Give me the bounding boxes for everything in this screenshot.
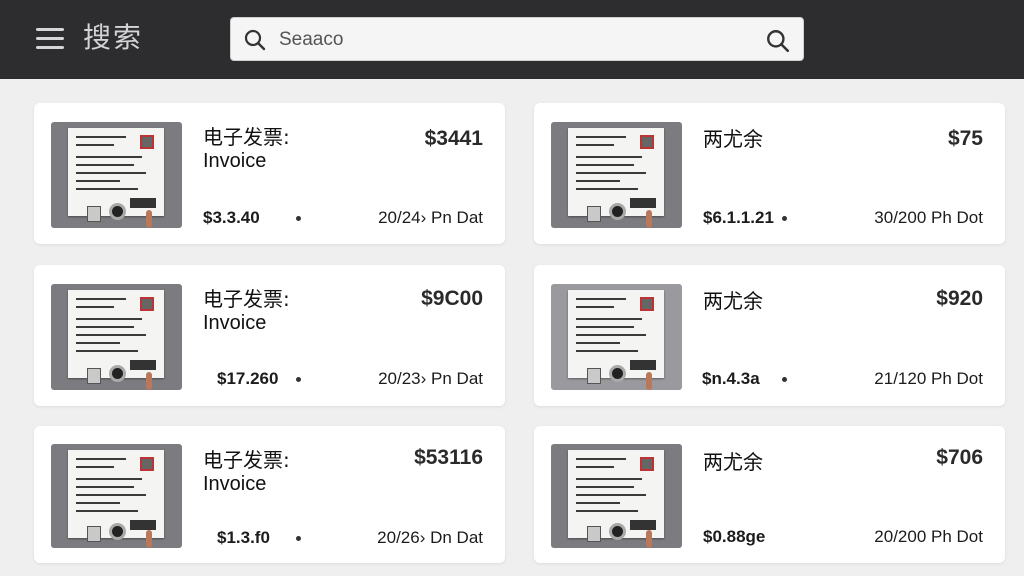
card-sub-amount: $0.88ge: [703, 527, 766, 546]
card-date: 30/200 Ph Dot: [874, 208, 983, 227]
card-amount: $9C00: [421, 287, 483, 310]
card-title-text: 两尤余: [703, 289, 763, 313]
card-amount: $75: [947, 127, 983, 150]
card-title: 两尤余: [703, 450, 763, 474]
card-amount: $3441: [424, 127, 483, 150]
card-title-text: 电子发票:: [203, 448, 290, 472]
card-title-text: 电子发票:: [203, 125, 290, 149]
search-submit-icon[interactable]: [765, 28, 791, 54]
separator-dot: [782, 377, 787, 382]
search-icon: [244, 29, 266, 51]
separator-dot: [296, 377, 301, 382]
card-sub-amount: $1.3.f0: [217, 528, 270, 547]
hamburger-menu-icon[interactable]: [33, 24, 67, 54]
card-amount: $706: [936, 446, 983, 469]
card-title: 两尤余: [703, 289, 763, 313]
search-input[interactable]: [279, 24, 749, 56]
card-sub-amount: $3.3.40: [203, 208, 260, 227]
card-date: 20/23› Pn Dat: [378, 369, 483, 388]
invoice-card[interactable]: 电子发票: Invoice $3441 $3.3.40 20/24› Pn Da…: [34, 103, 505, 244]
invoice-card[interactable]: 两尤余 $920 $n.4.3a 21/120 Ph Dot: [534, 265, 1005, 406]
invoice-card[interactable]: 两尤余 $706 $0.88ge 20/200 Ph Dot: [534, 426, 1005, 563]
card-amount: $920: [936, 287, 983, 310]
invoice-thumbnail: [551, 284, 682, 390]
card-title: 电子发票: Invoice: [203, 287, 290, 335]
invoice-thumbnail: [51, 122, 182, 228]
card-title: 两尤余: [703, 127, 763, 151]
card-sub-amount: $17.260: [217, 369, 279, 388]
card-subtitle: Invoice: [203, 473, 267, 495]
top-bar: 搜索: [0, 0, 1024, 79]
invoice-thumbnail: [51, 284, 182, 390]
invoice-thumbnail: [551, 122, 682, 228]
card-date: 20/200 Ph Dot: [874, 527, 983, 546]
card-title-text: 两尤余: [703, 450, 763, 474]
card-subtitle: Invoice: [203, 150, 267, 172]
invoice-card[interactable]: 电子发票: Invoice $53116 $1.3.f0 20/26› Dn D…: [34, 426, 505, 563]
separator-dot: [782, 216, 787, 221]
card-title-text: 电子发票:: [203, 287, 290, 311]
page-title: 搜索: [83, 21, 144, 54]
invoice-card[interactable]: 两尤余 $75 $6.1.1.21 30/200 Ph Dot: [534, 103, 1005, 244]
card-title-text: 两尤余: [703, 127, 763, 151]
card-sub-amount: $6.1.1.21: [703, 208, 774, 227]
separator-dot: [296, 536, 301, 541]
card-amount: $53116: [414, 446, 483, 469]
invoice-thumbnail: [551, 444, 682, 548]
card-title: 电子发票: Invoice: [203, 125, 290, 173]
search-bar[interactable]: [230, 17, 804, 61]
card-date: 20/26› Dn Dat: [377, 528, 483, 547]
card-sub-amount: $n.4.3a: [702, 369, 760, 388]
card-date: 20/24› Pn Dat: [378, 208, 483, 227]
separator-dot: [296, 216, 301, 221]
card-title: 电子发票: Invoice: [203, 448, 290, 496]
card-date: 21/120 Ph Dot: [874, 369, 983, 388]
invoice-thumbnail: [51, 444, 182, 548]
card-subtitle: Invoice: [203, 312, 267, 334]
invoice-card[interactable]: 电子发票: Invoice $9C00 $17.260 20/23› Pn Da…: [34, 265, 505, 406]
